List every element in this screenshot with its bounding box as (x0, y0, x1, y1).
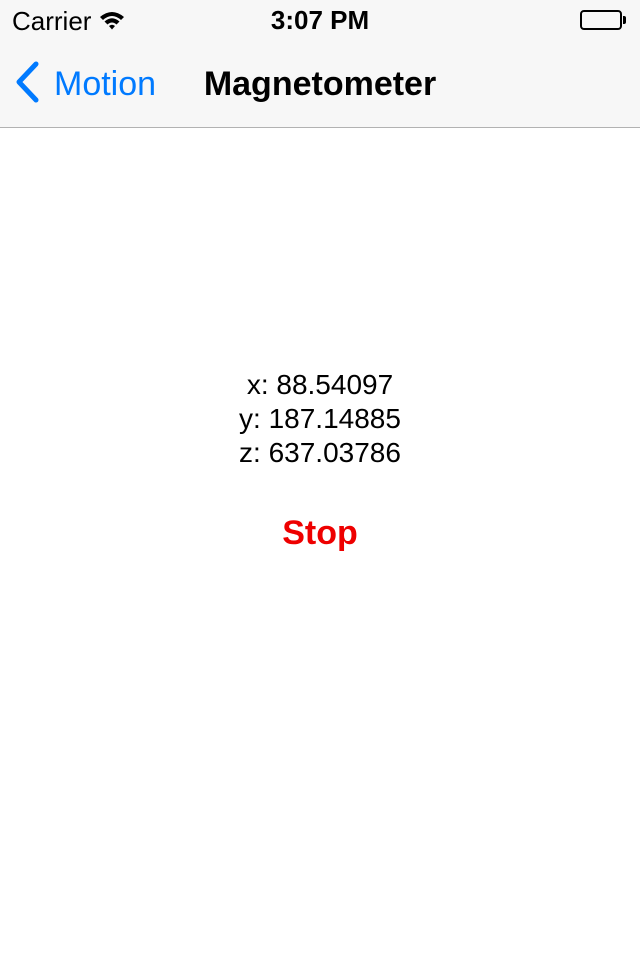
status-bar: Carrier 3:07 PM (0, 0, 640, 40)
battery-icon (580, 10, 626, 30)
top-bar: Carrier 3:07 PM Motion Magnetometer (0, 0, 640, 128)
status-time: 3:07 PM (270, 5, 370, 35)
battery-tip (623, 16, 626, 24)
screen: Carrier 3:07 PM Motion Magnetometer x: 8… (0, 0, 640, 960)
reading-y: y: 187.14885 (239, 403, 401, 434)
page-title: Magnetometer (203, 65, 437, 103)
navigation-bar: Motion Magnetometer (0, 40, 640, 128)
magnetometer-readings: x: 88.54097 y: 187.14885 z: 637.03786 (0, 368, 640, 470)
battery-body (580, 10, 622, 30)
reading-x: x: 88.54097 (246, 369, 394, 400)
reading-z: z: 637.03786 (239, 437, 401, 468)
stop-button[interactable]: Stop (240, 510, 400, 556)
